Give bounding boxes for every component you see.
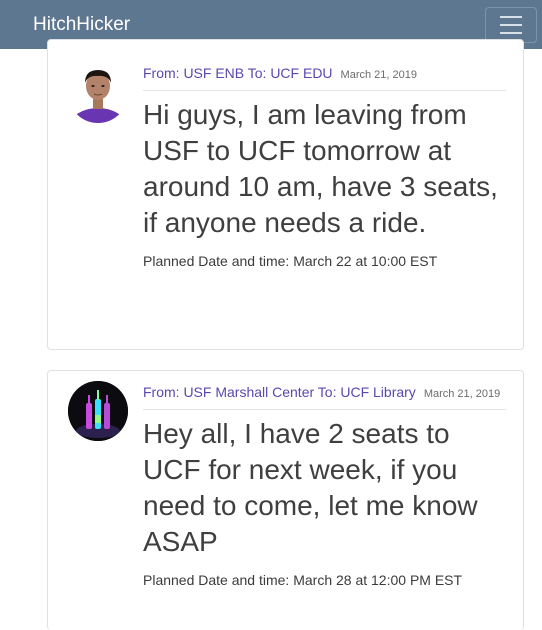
navbar-toggle-button[interactable] — [485, 6, 537, 43]
post-content: From: USF Marshall Center To: UCF Librar… — [143, 381, 506, 588]
post-date: March 21, 2019 — [340, 69, 417, 81]
person-avatar-icon — [68, 63, 128, 123]
hamburger-menu-icon — [500, 31, 522, 34]
hamburger-menu-icon — [500, 23, 522, 26]
post-message: Hey all, I have 2 seats to UCF for next … — [143, 418, 478, 557]
glowing-bottles-avatar-icon — [68, 381, 128, 441]
post-message: Hi guys, I am leaving from USF to UCF to… — [143, 99, 498, 238]
user-avatar — [68, 381, 128, 441]
ride-post-card: From: USF Marshall Center To: UCF Librar… — [47, 370, 524, 630]
hamburger-menu-icon — [500, 15, 522, 18]
route-link[interactable]: From: USF ENB To: UCF EDU — [143, 65, 333, 81]
route-link[interactable]: From: USF Marshall Center To: UCF Librar… — [143, 384, 416, 400]
brand-logo-link[interactable]: HitchHicker — [33, 14, 130, 36]
user-avatar — [68, 63, 128, 123]
planned-datetime: Planned Date and time: March 28 at 12:00… — [143, 572, 463, 588]
post-date: March 21, 2019 — [423, 388, 501, 400]
planned-datetime: Planned Date and time: March 22 at 10:00… — [143, 253, 438, 269]
post-header: From: USF Marshall Center To: UCF Librar… — [143, 381, 506, 410]
post-content: From: USF ENB To: UCF EDU March 21, 2019 … — [143, 62, 506, 269]
post-header: From: USF ENB To: UCF EDU March 21, 2019 — [143, 62, 506, 91]
ride-post-card: From: USF ENB To: UCF EDU March 21, 2019 … — [47, 39, 524, 350]
